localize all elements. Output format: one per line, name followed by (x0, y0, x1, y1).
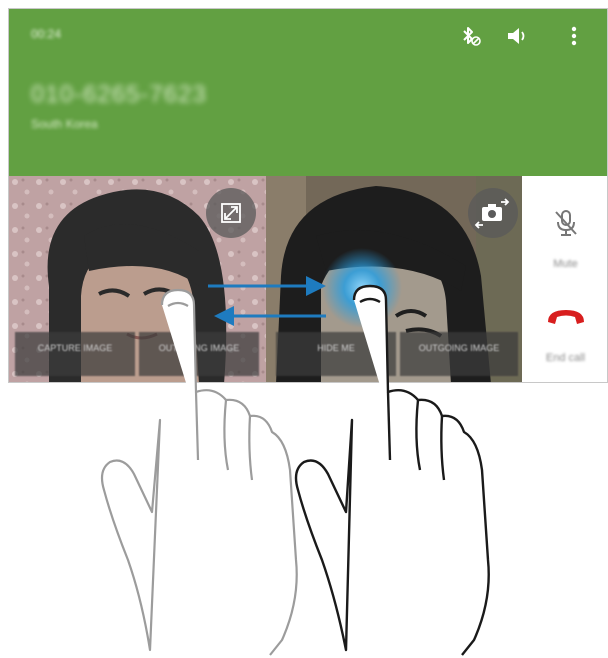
status-time: 00:24 (31, 27, 62, 41)
end-call-icon[interactable] (544, 300, 588, 334)
caller-country: South Korea (31, 117, 98, 131)
mute-label: Mute (553, 258, 578, 270)
video-call-screen: 00:24 010-6265-7623 South Korea CAPTURE … (8, 8, 608, 383)
outgoing-image-button[interactable]: OUTGOING IMAGE (139, 332, 259, 376)
expand-icon[interactable] (206, 188, 256, 238)
hide-me-button[interactable]: HIDE ME (276, 332, 396, 376)
bluetooth-off-icon[interactable] (457, 23, 483, 49)
mute-icon[interactable] (549, 206, 583, 240)
outgoing-image-button-right[interactable]: OUTGOING IMAGE (400, 332, 518, 376)
call-header: 00:24 010-6265-7623 South Korea (9, 9, 607, 176)
call-controls-panel: Mute End call (522, 176, 607, 382)
switch-camera-icon[interactable] (468, 188, 518, 238)
local-video[interactable]: HIDE ME OUTGOING IMAGE (266, 176, 522, 382)
capture-image-button[interactable]: CAPTURE IMAGE (15, 332, 135, 376)
remote-video[interactable]: CAPTURE IMAGE OUTGOING IMAGE (9, 176, 266, 382)
more-options-icon[interactable] (561, 23, 587, 49)
speaker-icon[interactable] (504, 23, 530, 49)
caller-number: 010-6265-7623 (31, 81, 207, 108)
end-call-label: End call (545, 352, 586, 364)
